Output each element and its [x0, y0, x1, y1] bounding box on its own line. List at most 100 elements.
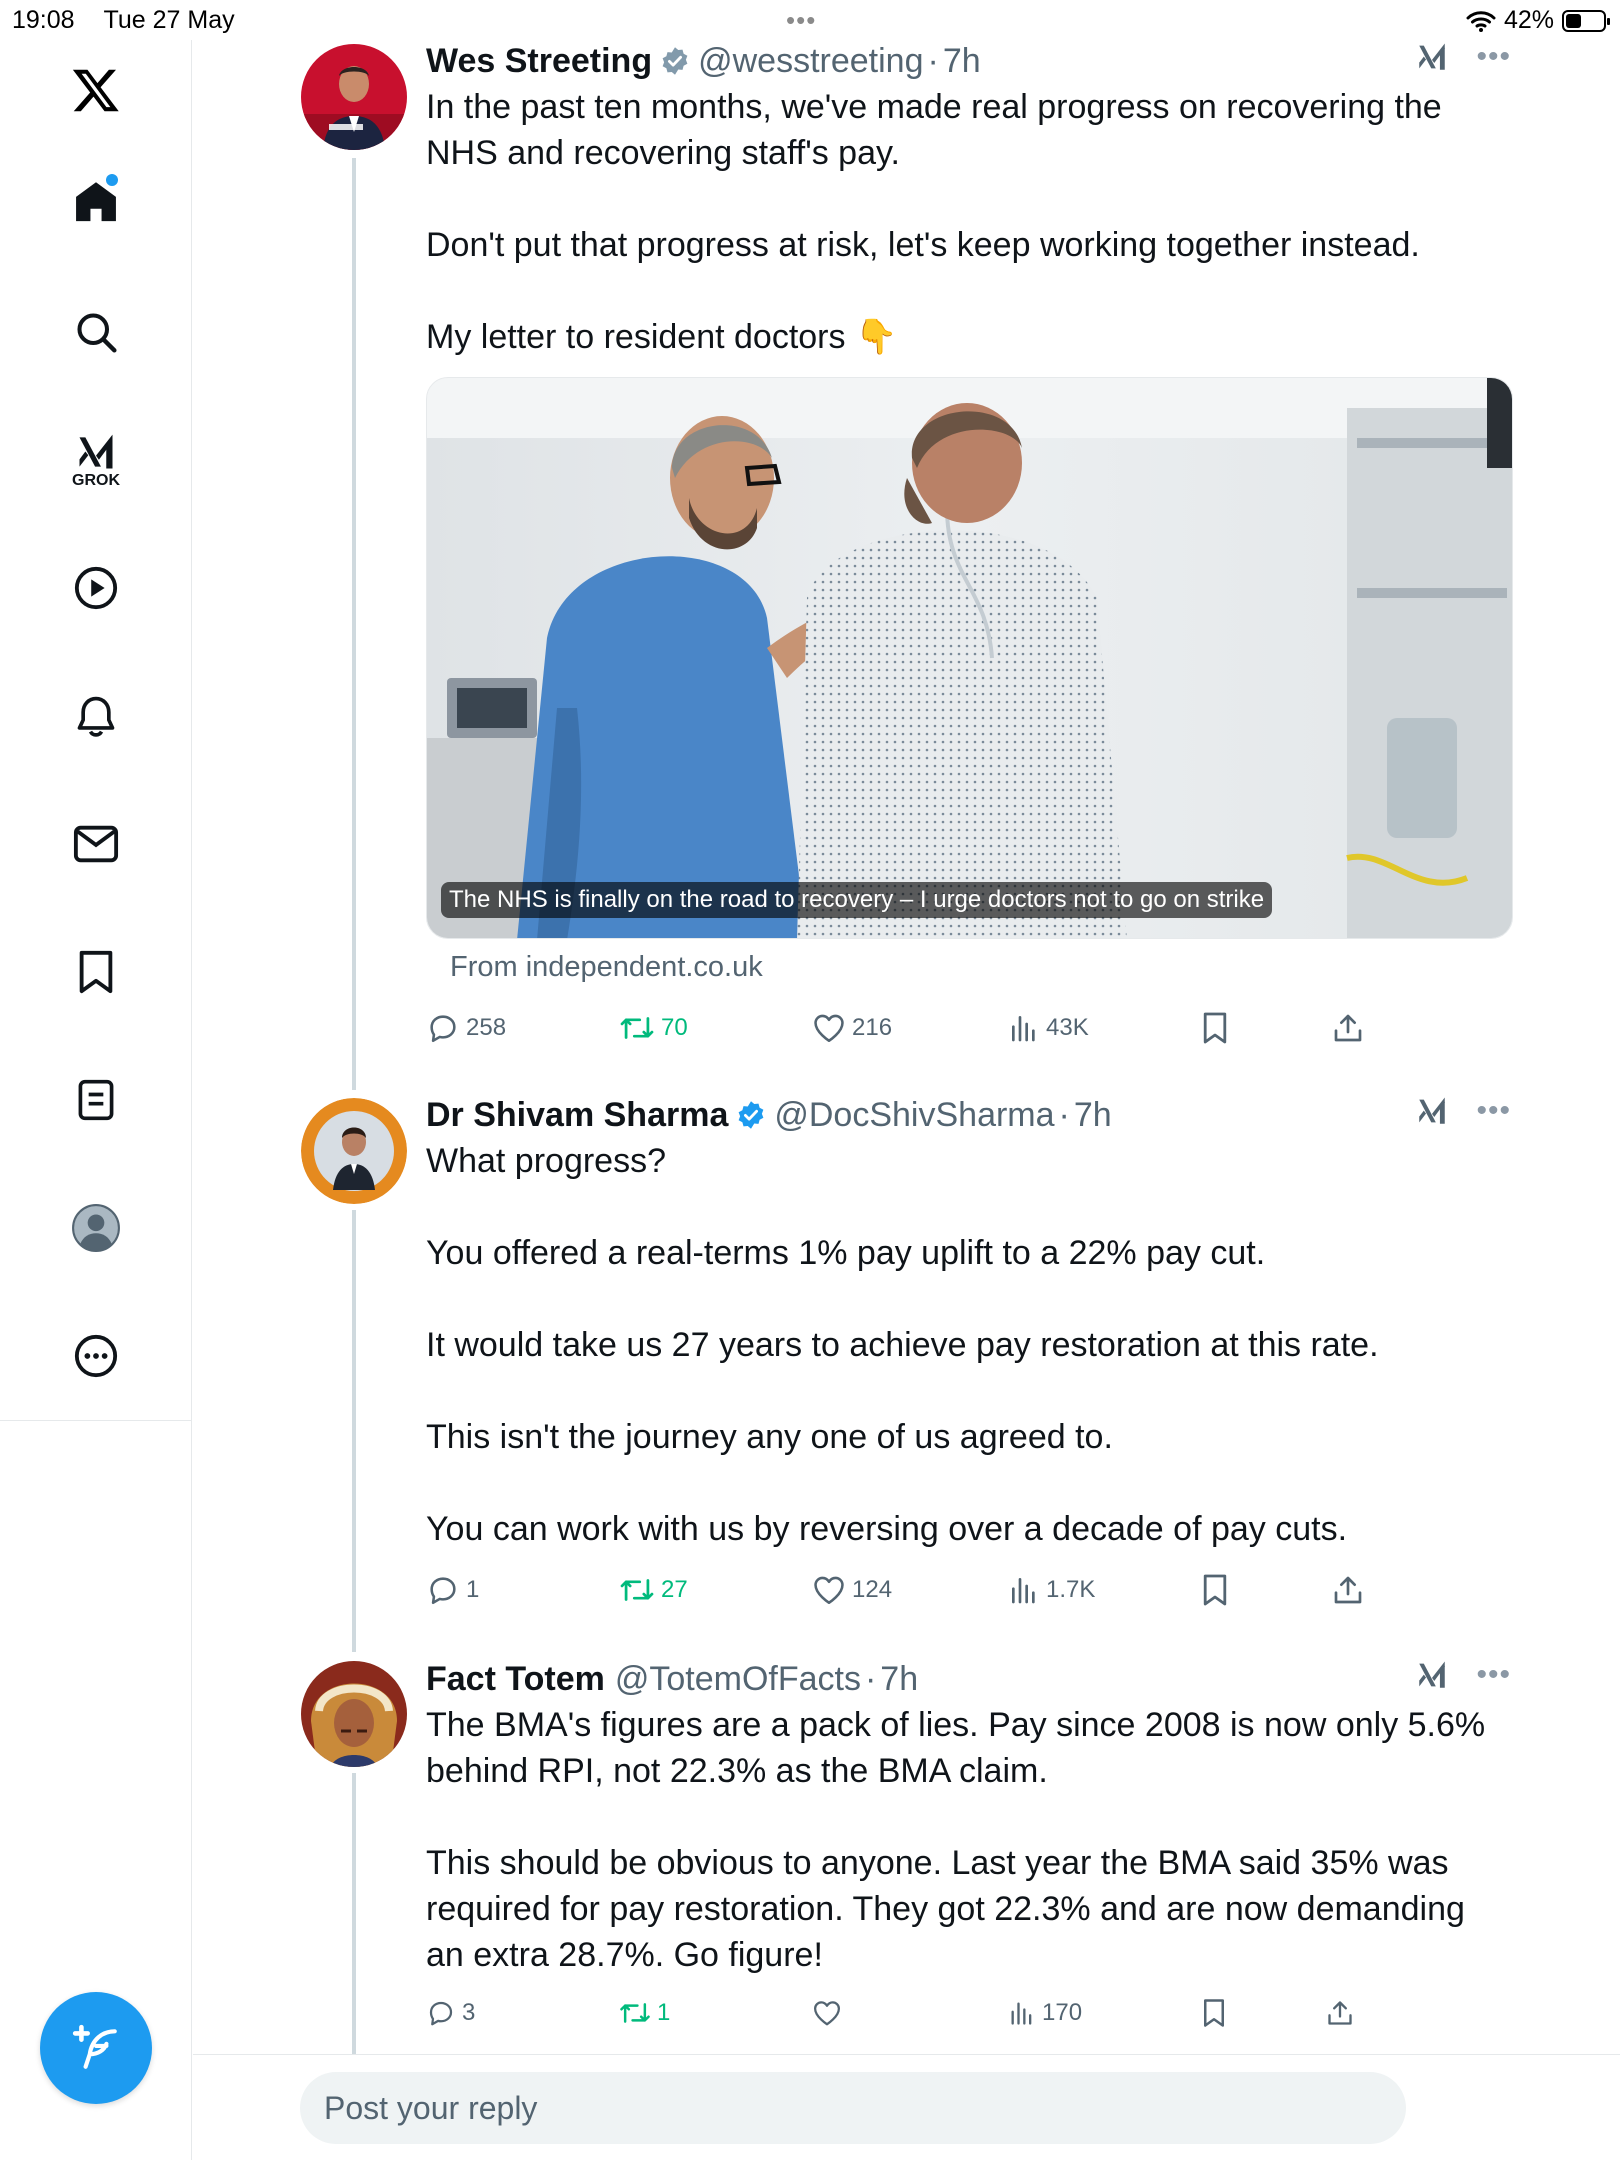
tweet-paragraph: You offered a real-terms 1% pay uplift t…: [426, 1234, 1266, 1272]
reply-input[interactable]: [300, 2072, 1406, 2144]
sidebar-item-notifications[interactable]: [56, 676, 136, 756]
repost-count: 1: [657, 1999, 671, 2026]
sidebar-item-lists[interactable]: [56, 1060, 136, 1140]
timestamp[interactable]: 7h: [1074, 1096, 1112, 1135]
grok-icon[interactable]: [1414, 1094, 1450, 1128]
author-name[interactable]: Fact Totem: [426, 1660, 605, 1699]
tweet-paragraph: The BMA's figures are a pack of lies. Pa…: [426, 1706, 1486, 1790]
bookmark-button[interactable]: [1201, 1008, 1235, 1048]
repost-button[interactable]: 27: [619, 1570, 688, 1610]
tweet-text: What progress? You offered a real-terms …: [426, 1138, 1511, 1552]
verified-badge-icon: [660, 46, 690, 76]
separator-dot: ·: [1058, 1095, 1070, 1134]
like-button[interactable]: [812, 1993, 848, 2033]
thread-line: [352, 1773, 356, 2055]
views-count: 1.7K: [1046, 1576, 1096, 1603]
author-name[interactable]: Dr Shivam Sharma: [426, 1096, 728, 1135]
tweet-header-actions: •••: [1414, 1658, 1511, 1692]
bookmark-button[interactable]: [1201, 1570, 1235, 1610]
sidebar-nav: GROK: [0, 40, 192, 2160]
share-button[interactable]: [1332, 1570, 1370, 1610]
sidebar-item-bookmarks[interactable]: [56, 932, 136, 1012]
sidebar-divider: [0, 1420, 192, 1421]
reply-button[interactable]: 3: [426, 1993, 475, 2033]
card-source[interactable]: From independent.co.uk: [450, 951, 1511, 984]
timestamp[interactable]: 7h: [943, 42, 981, 81]
views-count: 43K: [1046, 1014, 1089, 1041]
link-card[interactable]: The NHS is finally on the road to recove…: [426, 377, 1513, 939]
bookmark-icon: [1203, 1012, 1227, 1044]
sidebar-item-home[interactable]: [56, 162, 136, 242]
more-options-icon[interactable]: •••: [1476, 1096, 1511, 1126]
tweet-header: Dr Shivam Sharma @DocShivSharma · 7h •••: [426, 1092, 1511, 1138]
sidebar-item-video[interactable]: [56, 548, 136, 628]
thread-column: Wes Streeting @wesstreeting · 7h ••• In …: [193, 0, 1620, 2160]
thread-line: [352, 1210, 356, 1652]
reply-button[interactable]: 1: [426, 1570, 479, 1610]
reply-icon: [429, 2001, 453, 2026]
author-name[interactable]: Wes Streeting: [426, 42, 652, 81]
sidebar-item-grok[interactable]: GROK: [56, 420, 136, 500]
share-button[interactable]: [1332, 1008, 1370, 1048]
tweet-paragraph: It would take us 27 years to achieve pay…: [426, 1326, 1379, 1364]
lists-icon: [78, 1079, 114, 1121]
views-button[interactable]: 1.7K: [1008, 1570, 1095, 1610]
views-icon: [1011, 2002, 1032, 2025]
views-count: 170: [1042, 1999, 1083, 2026]
card-image: [427, 378, 1512, 938]
repost-icon: [620, 1579, 654, 1601]
bookmark-button[interactable]: [1201, 1993, 1233, 2033]
views-button[interactable]: 170: [1008, 1993, 1082, 2033]
status-time: 19:08: [12, 6, 75, 34]
bookmark-icon: [1204, 1999, 1224, 2027]
more-options-icon[interactable]: •••: [1476, 42, 1511, 72]
like-button[interactable]: 216: [812, 1008, 892, 1048]
grok-icon[interactable]: [1414, 40, 1450, 74]
grok-icon[interactable]: [1414, 1658, 1450, 1692]
like-count: 124: [852, 1576, 893, 1603]
repost-count: 70: [661, 1014, 688, 1041]
avatar[interactable]: [301, 44, 407, 150]
like-button[interactable]: 124: [812, 1570, 892, 1610]
verified-badge-icon: [736, 1100, 766, 1130]
tweet-paragraph: In the past ten months, we've made real …: [426, 88, 1442, 172]
timestamp[interactable]: 7h: [880, 1660, 918, 1699]
author-handle[interactable]: @wesstreeting: [698, 42, 923, 81]
more-options-icon[interactable]: •••: [1476, 1660, 1511, 1690]
repost-button[interactable]: 1: [619, 1993, 670, 2033]
tweet-paragraph: This isn't the journey any one of us agr…: [426, 1418, 1113, 1456]
tweet-actions: 1 27 124 1.7K: [426, 1570, 1486, 1610]
compose-post-button[interactable]: [40, 1992, 152, 2104]
author-handle[interactable]: @DocShivSharma: [774, 1096, 1054, 1135]
sidebar-item-messages[interactable]: [56, 804, 136, 884]
views-icon: [1012, 1016, 1035, 1042]
repost-button[interactable]: 70: [619, 1008, 688, 1048]
repost-count: 27: [661, 1576, 688, 1603]
grok-icon: [79, 434, 113, 469]
sidebar-item-more[interactable]: [56, 1316, 136, 1396]
sidebar-item-explore[interactable]: [56, 292, 136, 372]
tweet-actions: 258 70 216 43K: [426, 1008, 1486, 1048]
like-count: 216: [852, 1014, 893, 1041]
share-icon: [1328, 2001, 1352, 2025]
reply-button[interactable]: 258: [426, 1008, 506, 1048]
tweet-header: Fact Totem @TotemOfFacts · 7h •••: [426, 1656, 1511, 1702]
more-icon: [74, 1334, 118, 1378]
tweet-paragraph: This should be obvious to anyone. Last y…: [426, 1844, 1465, 1974]
thread-line: [352, 158, 356, 1090]
avatar[interactable]: [301, 1098, 407, 1204]
share-button[interactable]: [1326, 1993, 1360, 2033]
reply-composer: [193, 2054, 1620, 2160]
grok-label: GROK: [72, 472, 120, 489]
author-handle[interactable]: @TotemOfFacts: [615, 1660, 861, 1699]
profile-icon: [72, 1204, 120, 1252]
avatar[interactable]: [301, 1661, 407, 1767]
separator-dot: ·: [864, 1659, 877, 1698]
tweet-paragraph: My letter to resident doctors 👇: [426, 314, 1511, 360]
tweet-paragraph: What progress?: [426, 1142, 666, 1180]
messages-icon: [73, 825, 119, 863]
views-button[interactable]: 43K: [1008, 1008, 1089, 1048]
tweet-paragraph: You can work with us by reversing over a…: [426, 1510, 1348, 1548]
sidebar-item-profile[interactable]: [56, 1188, 136, 1268]
x-logo-icon[interactable]: [56, 50, 136, 130]
